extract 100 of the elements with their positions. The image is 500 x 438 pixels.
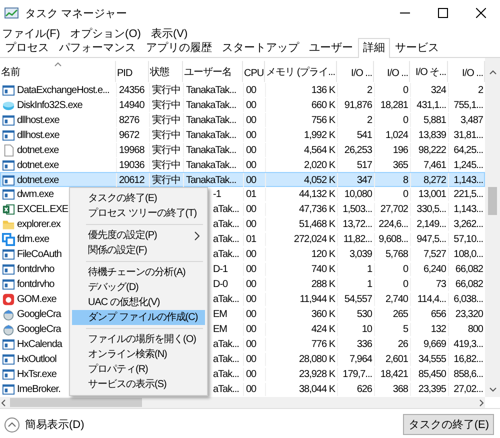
- table-cell-text: 実行中: [152, 144, 180, 157]
- column-header[interactable]: メモリ (プライ...: [265, 61, 337, 82]
- table-cell: 66,082: [455, 264, 483, 275]
- column-header[interactable]: I/O ...: [337, 61, 374, 82]
- table-cell: 1: [366, 279, 372, 290]
- process-name: HxCalenda: [17, 339, 62, 350]
- window-title: タスク マネージャー: [25, 6, 128, 20]
- table-cell: 6,240: [423, 264, 446, 275]
- table-cell: EM: [213, 309, 227, 320]
- table-cell: 756 K: [311, 114, 335, 126]
- table-cell: 19036: [119, 160, 144, 170]
- table-cell: 5,768: [385, 249, 408, 260]
- menu-item[interactable]: オプション(O): [70, 26, 141, 40]
- table-cell: 517: [356, 160, 372, 170]
- process-name: fontdrvho: [17, 264, 54, 275]
- menu-item[interactable]: UAC の仮想化(V): [72, 295, 205, 310]
- table-cell: 28,080 K: [298, 354, 335, 365]
- process-name: fdm.exe: [17, 234, 50, 245]
- table-cell: aTak...: [213, 249, 239, 260]
- column-header[interactable]: ユーザー名: [183, 61, 243, 82]
- table-row[interactable]: dotnet.exe 20612 実行中 TanakaTak... 00 4,052 K 347 8 8,272 1,143...: [0, 172, 485, 187]
- horizontal-scrollbar[interactable]: [0, 397, 485, 408]
- table-cell: 00: [246, 384, 256, 395]
- table-cell: 3,487: [460, 114, 483, 126]
- table-cell: 00: [246, 354, 256, 365]
- table-cell: 73: [436, 279, 446, 290]
- menu-item[interactable]: デバッグ(D): [72, 280, 205, 295]
- table-cell: D-1: [213, 264, 228, 275]
- table-cell: 336: [356, 339, 372, 350]
- table-cell: TanakaTak...: [186, 100, 236, 110]
- tab[interactable]: ユーザー: [304, 38, 358, 57]
- table-cell: 288 K: [311, 279, 335, 290]
- table-cell: 7,964: [349, 354, 372, 365]
- tab[interactable]: プロセス: [0, 38, 54, 57]
- table-cell: 10: [362, 324, 372, 335]
- scroll-thumb[interactable]: [10, 398, 142, 407]
- table-cell: 00: [246, 204, 256, 215]
- table-cell: 00: [246, 279, 256, 290]
- table-cell: D-0: [213, 279, 228, 290]
- table-cell: 1: [366, 264, 372, 275]
- table-cell: 324: [430, 84, 446, 96]
- table-cell: 114,4...: [417, 294, 446, 305]
- tab[interactable]: パフォーマンス: [54, 38, 141, 57]
- file-icon: [2, 144, 15, 156]
- chevron-up-circle-icon: [4, 416, 20, 432]
- table-cell: 00: [246, 130, 256, 140]
- table-cell: 23,928 K: [298, 369, 335, 380]
- table-cell: 368: [392, 384, 408, 395]
- table-cell: 800: [468, 324, 483, 335]
- menu-item[interactable]: ファイル(F): [2, 26, 60, 40]
- menu-item[interactable]: ダンプ ファイルの作成(C): [72, 310, 205, 325]
- table-cell: 8276: [119, 114, 140, 126]
- table-cell: 0: [402, 279, 408, 290]
- menu-item[interactable]: 待機チェーンの分析(A): [72, 265, 205, 280]
- tab[interactable]: アプリの履歴: [141, 38, 217, 57]
- table-cell: TanakaTak...: [186, 130, 236, 140]
- table-cell: 00: [246, 144, 256, 156]
- column-header[interactable]: 名前: [0, 61, 116, 82]
- table-cell: 10,080: [344, 189, 372, 200]
- column-header[interactable]: PID: [116, 61, 149, 82]
- table-cell: 431,1...: [416, 100, 446, 110]
- window-icon: [2, 158, 15, 172]
- tab[interactable]: スタートアップ: [217, 38, 304, 57]
- table-cell: 6,038...: [454, 294, 483, 305]
- window-icon: [2, 174, 15, 186]
- table-cell: 1,024: [385, 130, 408, 140]
- column-header[interactable]: 状態: [149, 61, 183, 82]
- table-cell: 5: [402, 324, 408, 335]
- table-cell-text: 実行中: [152, 98, 180, 112]
- table-cell: 01: [246, 234, 256, 245]
- end-task-button[interactable]: タスクの終了(E): [403, 414, 494, 435]
- table-cell: 00: [246, 174, 256, 186]
- table-cell: 347: [356, 174, 372, 186]
- task-manager-icon: [4, 6, 19, 20]
- table-cell: TanakaTak...: [186, 174, 236, 186]
- column-header[interactable]: I/O ...: [374, 61, 410, 82]
- process-name: explorer.ex: [17, 219, 60, 230]
- process-name: EXCEL.EXE: [17, 204, 68, 215]
- table-cell: 0: [402, 264, 408, 275]
- tab[interactable]: 詳細: [358, 38, 390, 58]
- process-name: GoogleCra: [17, 324, 61, 335]
- table-cell: 23,395: [418, 384, 446, 395]
- maximize-icon: [438, 8, 448, 18]
- table-cell: aTak...: [213, 294, 239, 305]
- scroll-thumb[interactable]: [488, 187, 497, 215]
- table-cell: 85,450: [418, 369, 446, 380]
- vertical-scrollbar[interactable]: [485, 58, 500, 397]
- table-cell: aTak...: [213, 384, 239, 395]
- scroll-right-icon: [478, 398, 485, 406]
- column-header[interactable]: CPU: [243, 61, 265, 82]
- table-cell: aTak...: [213, 204, 239, 215]
- menu-item[interactable]: 表示(V): [150, 26, 188, 40]
- fewer-details-link[interactable]: 簡易表示(D): [25, 417, 84, 432]
- window-icon: [2, 383, 15, 396]
- column-header[interactable]: I/O そ...: [410, 61, 448, 82]
- table-cell: 221,5...: [454, 189, 483, 200]
- table-cell: 00: [246, 324, 256, 335]
- table-cell: 196: [392, 144, 408, 156]
- table-cell: 00: [246, 309, 256, 320]
- tab[interactable]: サービス: [390, 38, 444, 57]
